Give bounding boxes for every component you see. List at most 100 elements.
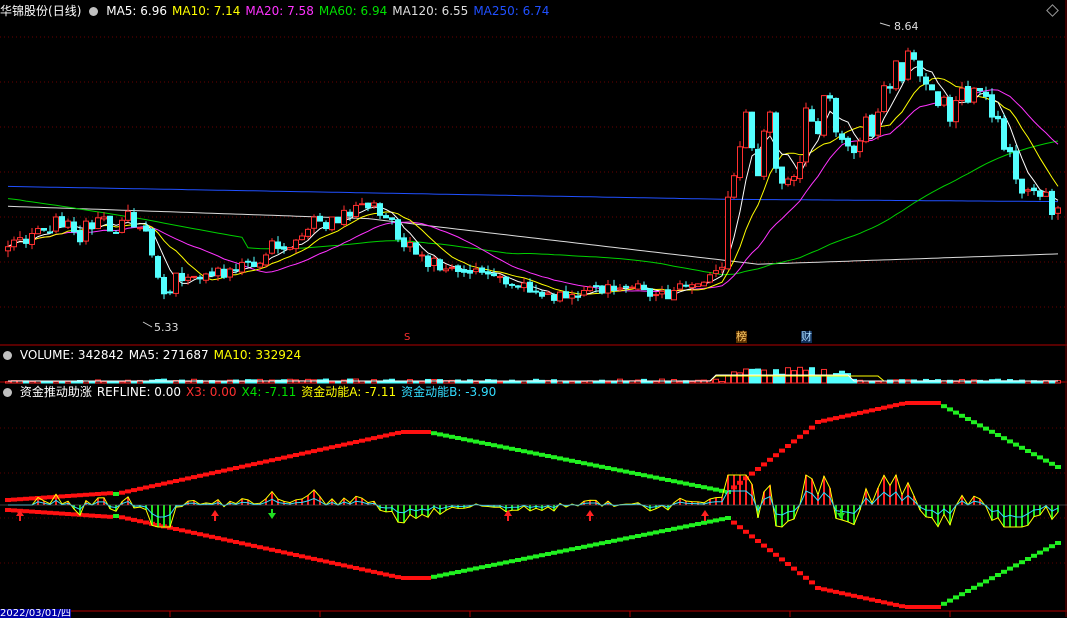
fund-upper-step bbox=[893, 403, 899, 408]
fund-upper-step bbox=[815, 420, 821, 424]
fund-upper-step bbox=[677, 480, 683, 485]
fund-upper-step bbox=[659, 476, 665, 481]
fund-upper-step bbox=[353, 440, 359, 444]
candle-down bbox=[965, 86, 971, 103]
fund-lower-step bbox=[29, 509, 35, 514]
fund-lower-step bbox=[323, 559, 329, 564]
candle-up bbox=[689, 284, 695, 288]
fund-upper-step bbox=[503, 445, 509, 450]
candle-down bbox=[131, 212, 137, 228]
fund-upper-step bbox=[683, 481, 689, 486]
volume-bar-up bbox=[713, 378, 719, 384]
indicator-menu-icon[interactable] bbox=[89, 7, 99, 16]
fund-b-line bbox=[8, 490, 1059, 518]
candle-down bbox=[461, 269, 467, 273]
candle-up bbox=[743, 111, 749, 149]
candle-down bbox=[155, 256, 161, 278]
fund-upper-step bbox=[629, 470, 635, 475]
fund-lower-step bbox=[203, 533, 209, 538]
fund-lower-step bbox=[359, 567, 365, 572]
fund-lower-step bbox=[617, 537, 623, 542]
fund-upper-step bbox=[5, 498, 11, 502]
volume-legend: VOLUME: 342842 MA5: 271687 MA10: 332924 bbox=[0, 347, 306, 363]
price-legend-item: MA250: 6.74 bbox=[473, 4, 550, 18]
candle-down bbox=[335, 216, 341, 224]
fund-upper-step bbox=[95, 492, 101, 496]
fund-lower-step bbox=[125, 516, 131, 521]
fund-upper-step bbox=[833, 416, 839, 421]
indicator-panel-menu-icon[interactable] bbox=[3, 388, 12, 397]
candle-down bbox=[323, 222, 329, 230]
volume-bar-up bbox=[875, 381, 881, 384]
fund-upper-step bbox=[1007, 439, 1013, 444]
fund-upper-step bbox=[419, 430, 425, 434]
candle-up bbox=[29, 232, 35, 245]
fund-upper-step bbox=[989, 429, 995, 434]
fund-lower-step bbox=[449, 571, 455, 576]
candle-up bbox=[671, 289, 677, 301]
fund-lower-step bbox=[371, 569, 377, 574]
fund-upper-step bbox=[119, 490, 125, 495]
marker-s[interactable]: S bbox=[404, 332, 410, 344]
fund-upper-step bbox=[185, 476, 191, 481]
fund-upper-step bbox=[407, 430, 413, 434]
fund-upper-step bbox=[89, 492, 95, 497]
marker-cai[interactable]: 财 bbox=[801, 331, 812, 343]
candle-up bbox=[137, 227, 143, 230]
candle-down bbox=[749, 111, 755, 149]
candle-up bbox=[695, 283, 701, 287]
volume-bar-down bbox=[107, 381, 113, 384]
fund-upper-step bbox=[551, 455, 557, 460]
candle-up bbox=[11, 239, 17, 248]
fund-upper-step bbox=[1025, 449, 1031, 453]
fund-upper-step bbox=[425, 430, 431, 434]
candle-up bbox=[287, 247, 293, 250]
fund-lower-step bbox=[947, 598, 953, 603]
candle-down bbox=[647, 288, 653, 297]
fund-upper-step bbox=[923, 401, 929, 405]
fund-upper-step bbox=[977, 423, 983, 428]
fund-upper-step bbox=[587, 462, 593, 467]
fund-lower-step bbox=[713, 518, 719, 523]
price-legend-item: MA120: 6.55 bbox=[392, 4, 469, 18]
indicator-legend-item: X3: 0.00 bbox=[186, 385, 237, 399]
volume-bar-up bbox=[791, 370, 797, 384]
fund-lower-step bbox=[41, 510, 47, 515]
candle-up bbox=[371, 202, 377, 207]
candle-down bbox=[1037, 190, 1043, 197]
fund-upper-step bbox=[131, 488, 137, 493]
fund-upper-step bbox=[707, 486, 713, 491]
candle-down bbox=[1019, 178, 1025, 194]
fund-upper-step bbox=[749, 471, 755, 476]
fund-upper-step bbox=[23, 496, 29, 501]
fund-upper-step bbox=[215, 469, 221, 474]
high-price-label: 8.64 bbox=[894, 20, 919, 33]
volume-bar-up bbox=[419, 381, 425, 384]
candle-down bbox=[515, 285, 521, 288]
fund-lower-step bbox=[623, 536, 629, 541]
candle-up bbox=[329, 216, 335, 231]
fund-lower-step bbox=[251, 543, 257, 548]
candle-up bbox=[257, 262, 263, 268]
fund-upper-step bbox=[11, 497, 17, 502]
fund-upper-step bbox=[341, 442, 347, 447]
ma250-line bbox=[7, 185, 1059, 203]
volume-menu-icon[interactable] bbox=[3, 351, 12, 360]
candle-up bbox=[65, 220, 71, 228]
fund-upper-step bbox=[563, 457, 569, 462]
candle-down bbox=[167, 291, 173, 294]
candle-down bbox=[947, 97, 953, 122]
candle-up bbox=[557, 291, 563, 302]
marker-bang[interactable]: 榜 bbox=[736, 331, 747, 343]
fund-upper-step bbox=[167, 480, 173, 485]
fund-upper-step bbox=[377, 434, 383, 439]
candle-down bbox=[395, 219, 401, 240]
candle-down bbox=[365, 202, 371, 209]
fund-upper-step bbox=[779, 448, 785, 453]
candle-up bbox=[797, 161, 803, 180]
fund-lower-step bbox=[761, 543, 767, 548]
candle-up bbox=[731, 175, 737, 198]
candle-up bbox=[305, 228, 311, 237]
volume-bar-up bbox=[329, 381, 335, 384]
fund-lower-step bbox=[605, 540, 611, 544]
